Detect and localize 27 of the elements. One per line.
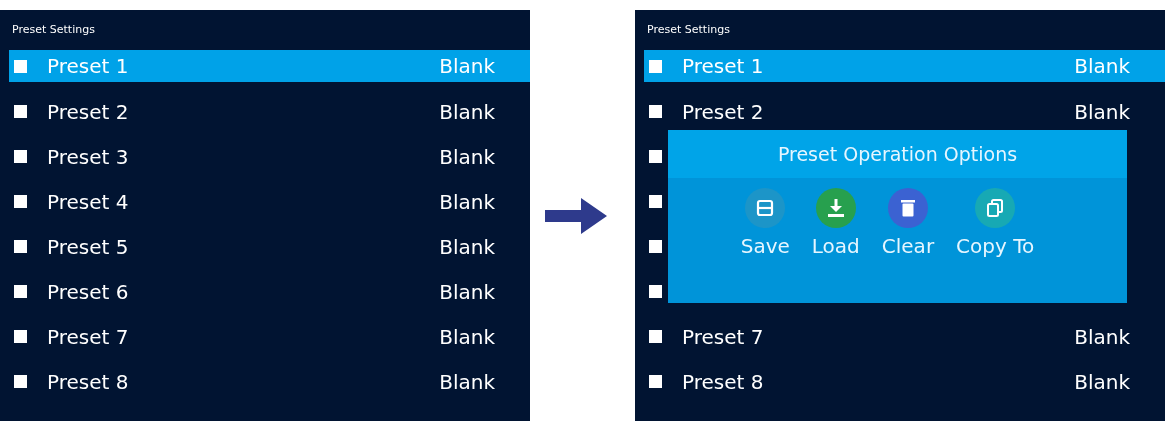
preset-name: Preset 6 bbox=[47, 279, 129, 304]
preset-name: Preset 8 bbox=[47, 369, 129, 394]
preset-name: Preset 4 bbox=[47, 189, 129, 214]
preset-status: Blank bbox=[439, 279, 495, 304]
preset-status: Blank bbox=[439, 189, 495, 214]
dialog-title: Preset Operation Options bbox=[668, 130, 1127, 178]
preset-status: Blank bbox=[1074, 99, 1130, 124]
preset-name: Preset 2 bbox=[682, 99, 764, 124]
preset-name: Preset 5 bbox=[47, 234, 129, 259]
preset-status: Blank bbox=[439, 144, 495, 169]
panel-title: Preset Settings bbox=[11, 22, 96, 38]
preset-status: Blank bbox=[439, 369, 495, 394]
preset-name: Preset 3 bbox=[47, 144, 129, 169]
preset-name: Preset 1 bbox=[47, 54, 129, 78]
preset-status: Blank bbox=[439, 54, 495, 78]
preset-name: Preset 2 bbox=[47, 99, 129, 124]
preset-name: Preset 7 bbox=[47, 324, 129, 349]
preset-status: Blank bbox=[1074, 324, 1130, 349]
preset-status: Blank bbox=[1074, 369, 1130, 394]
preset-name: Preset 1 bbox=[682, 54, 764, 78]
preset-status: Blank bbox=[1074, 54, 1130, 78]
preset-status: Blank bbox=[439, 324, 495, 349]
preset-status: Blank bbox=[439, 234, 495, 259]
panel-title: Preset Settings bbox=[646, 22, 731, 38]
preset-status: Blank bbox=[439, 99, 495, 124]
preset-name: Preset 7 bbox=[682, 324, 764, 349]
preset-name: Preset 8 bbox=[682, 369, 764, 394]
